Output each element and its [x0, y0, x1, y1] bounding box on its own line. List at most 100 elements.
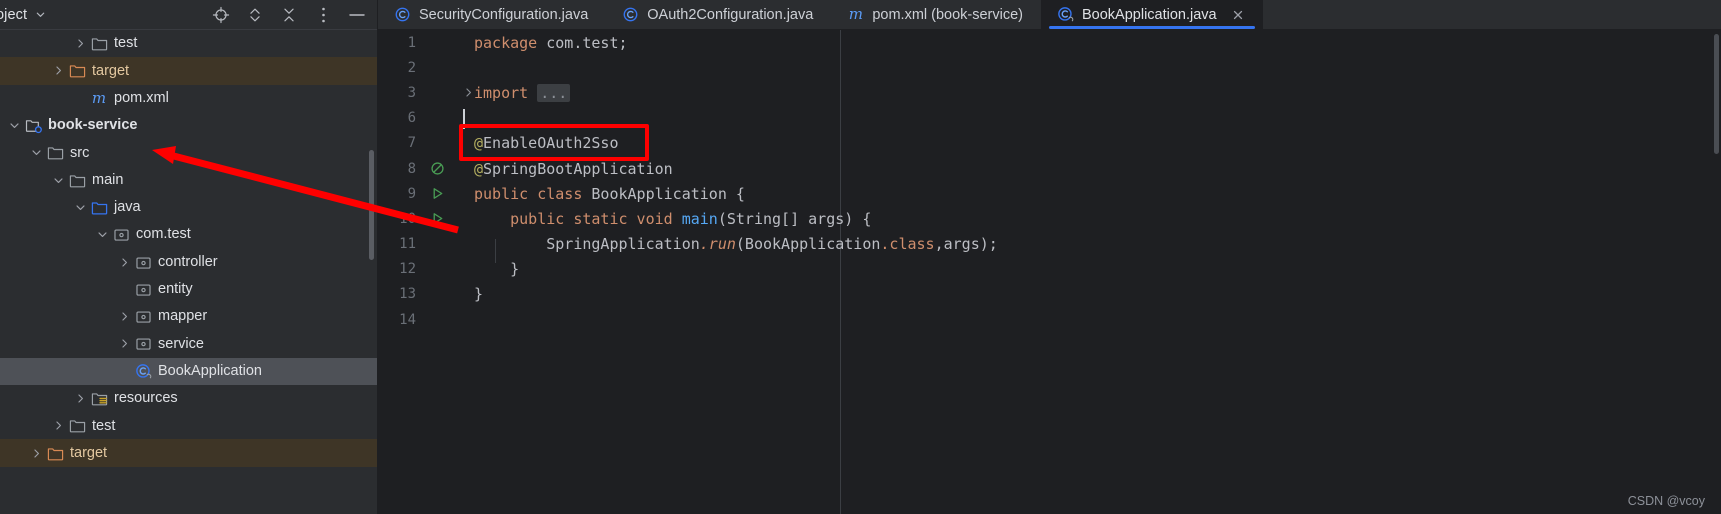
code-text: import ... [474, 83, 571, 102]
package-icon [134, 253, 152, 271]
sidebar-scrollbar[interactable] [368, 30, 376, 514]
code-text: } [474, 260, 520, 279]
line-number: 7 [407, 135, 416, 152]
java-class-icon [394, 6, 411, 23]
code-line[interactable]: 6 [378, 106, 1721, 131]
chevron-right-icon[interactable] [116, 254, 132, 270]
tree-item-label: main [92, 171, 124, 188]
code-line[interactable]: 1 package com.test; [378, 30, 1721, 55]
tree-item-test[interactable]: test [0, 30, 377, 57]
tree-item-entity[interactable]: entity [0, 276, 377, 303]
chevron-right-icon[interactable] [116, 336, 132, 352]
run-gutter-icon[interactable] [420, 211, 462, 226]
line-number: 14 [399, 311, 416, 328]
tree-item-main[interactable]: main [0, 166, 377, 193]
editor-tab-label: SecurityConfiguration.java [419, 6, 589, 23]
editor-tab-bookapplication-java[interactable]: BookApplication.java [1041, 0, 1263, 29]
code-line[interactable]: 9 public class BookApplication { [378, 181, 1721, 206]
resources-root-icon [90, 390, 108, 408]
chevron-right-icon[interactable] [28, 445, 44, 461]
chevron-right-icon[interactable] [72, 36, 88, 52]
code-text: @SpringBootApplication [474, 159, 673, 178]
code-text: } [474, 285, 484, 304]
line-number: 1 [407, 34, 416, 51]
code-editor[interactable]: 1 package com.test; 2 3 import ... 6 7 @EnableO… [378, 30, 1721, 514]
collapse-all-icon[interactable] [279, 5, 299, 25]
editor-tab-securityconfiguration-java[interactable]: SecurityConfiguration.java [378, 0, 606, 29]
line-number: 12 [399, 261, 416, 278]
more-options-icon[interactable] [313, 5, 333, 25]
code-line[interactable]: 8 @SpringBootApplication [378, 156, 1721, 181]
maven-icon: m [848, 5, 863, 23]
line-number: 9 [407, 185, 416, 202]
tree-item-controller[interactable]: controller [0, 248, 377, 275]
tree-item-label: test [92, 417, 116, 434]
code-line[interactable]: 13} [378, 282, 1721, 307]
tree-item-label: java [114, 199, 141, 216]
suppress-inspection-icon[interactable] [420, 161, 462, 176]
ide-window: oject test target m pom.xml book-service… [0, 0, 1721, 514]
tree-item-label: controller [158, 253, 218, 270]
chevron-down-icon[interactable] [28, 145, 44, 161]
tree-item-mapper[interactable]: mapper [0, 303, 377, 330]
code-line[interactable]: 10 public static void main(String[] args… [378, 206, 1721, 231]
tree-item-label: pom.xml [114, 89, 169, 106]
code-line[interactable]: 3 import ... [378, 80, 1721, 105]
minimize-icon[interactable] [347, 5, 367, 25]
chevron-right-icon[interactable] [50, 63, 66, 79]
chevron-down-icon[interactable] [72, 199, 88, 215]
editor-tab-label: pom.xml (book-service) [872, 6, 1023, 23]
code-text: package com.test; [474, 33, 628, 52]
code-text: @EnableOAuth2Sso [474, 134, 619, 153]
close-icon[interactable] [1231, 8, 1245, 22]
folder-icon [68, 417, 86, 435]
chevron-right-icon[interactable] [50, 418, 66, 434]
project-tree[interactable]: test target m pom.xml book-service src main ja… [0, 30, 377, 514]
tree-item-service[interactable]: service [0, 330, 377, 357]
tree-item-bookapplication[interactable]: BookApplication [0, 357, 377, 385]
line-number: 8 [407, 160, 416, 177]
module-icon [24, 117, 42, 135]
code-line[interactable]: 11 SpringApplication.run(BookApplication… [378, 232, 1721, 257]
chevron-down-icon[interactable] [35, 9, 46, 20]
chevron-down-icon[interactable] [94, 227, 110, 243]
line-number: 11 [399, 236, 416, 253]
tree-item-src[interactable]: src [0, 139, 377, 166]
code-line[interactable]: 12 } [378, 257, 1721, 282]
tree-item-resources[interactable]: resources [0, 385, 377, 412]
line-number: 3 [407, 84, 416, 101]
tree-item-label: src [70, 144, 90, 161]
code-line[interactable]: 14 [378, 307, 1721, 332]
run-gutter-icon[interactable] [420, 186, 462, 201]
tree-item-target[interactable]: target [0, 57, 377, 85]
code-text: SpringApplication.run(BookApplication.cl… [474, 235, 998, 254]
code-text: public static void main(String[] args) { [510, 209, 872, 228]
indent-guide [495, 238, 496, 263]
tree-item-label: target [92, 62, 130, 79]
chevron-right-icon[interactable] [72, 391, 88, 407]
folder-excluded-icon [46, 444, 64, 462]
locate-icon[interactable] [211, 5, 231, 25]
code-line[interactable]: 7 @EnableOAuth2Sso [378, 131, 1721, 156]
tree-item-com-test[interactable]: com.test [0, 221, 377, 248]
chevron-down-icon[interactable] [50, 172, 66, 188]
tree-item-book-service[interactable]: book-service [0, 112, 377, 139]
chevron-right-icon[interactable] [116, 309, 132, 325]
watermark: CSDN @vcoy [1627, 494, 1705, 508]
tree-item-label: mapper [158, 308, 208, 325]
panel-title[interactable]: oject [0, 7, 27, 23]
code-line[interactable]: 2 [378, 55, 1721, 80]
tree-item-target[interactable]: target [0, 439, 377, 467]
tree-item-pom-xml[interactable]: m pom.xml [0, 85, 377, 112]
editor-tab-oauth2configuration-java[interactable]: OAuth2Configuration.java [606, 0, 831, 29]
java-class-icon [622, 6, 639, 23]
tree-item-java[interactable]: java [0, 194, 377, 221]
chevron-down-icon[interactable] [6, 118, 22, 134]
expand-collapse-icon[interactable] [245, 5, 265, 25]
folder-excluded-icon [68, 62, 86, 80]
editor-tab-pom-xml-book-service-[interactable]: m pom.xml (book-service) [831, 0, 1041, 29]
tree-item-test[interactable]: test [0, 412, 377, 439]
fold-expand-icon[interactable] [462, 87, 474, 98]
